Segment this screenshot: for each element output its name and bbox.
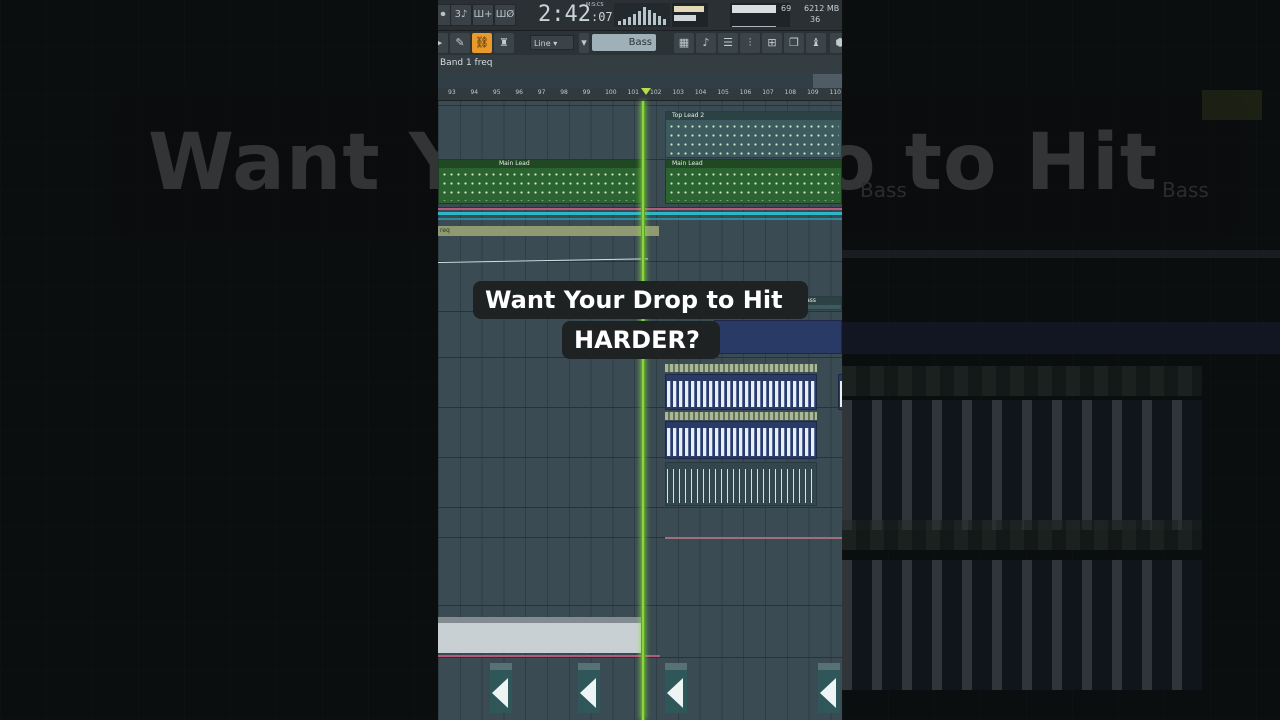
playhead-marker[interactable] [641,88,651,95]
file-icon[interactable]: ❐ [784,33,804,53]
hat-clip[interactable] [665,412,817,420]
current-channel-selector[interactable]: Bass [592,34,656,51]
browser-icon[interactable]: ⊞ [762,33,782,53]
peak-meter [672,3,708,27]
automation-header [438,56,842,76]
audio-clip[interactable] [665,374,817,410]
menu-arrow-icon[interactable]: ▶ [438,33,448,53]
ruler-tick-label: 107 [762,89,774,96]
clip-notes [441,170,639,201]
automation-clip[interactable] [438,226,659,236]
audio-clip[interactable] [714,320,842,354]
automation-lane[interactable] [438,218,842,220]
piano-roll-icon[interactable]: ♪ [696,33,716,53]
ruler-tick-label: 103 [672,89,684,96]
channel-rack-icon[interactable]: ☰ [718,33,738,53]
cpu-readout: 69 [781,4,792,13]
kick-clip[interactable] [578,663,600,713]
blurred-background-right: o to Hit Bass Bass [842,0,1280,720]
kick-clip[interactable] [818,663,840,713]
more-icon[interactable]: ⬢ [830,33,842,53]
pattern-clip[interactable]: Main Lead [665,159,842,204]
transport-bar: ⏺ 3♪ Ш+ ШØ 2:42:07 M:S:CS 69 6212 MB 36 [438,0,842,31]
hat-clip[interactable] [665,364,817,372]
ruler-tick-label: 97 [537,89,546,96]
audio-clip[interactable] [665,421,817,459]
automation-lane[interactable] [438,208,842,210]
overview-scroll[interactable] [813,74,842,88]
step-edit-button[interactable]: Ш+ [472,4,494,26]
ruler-tick-label: 99 [582,89,591,96]
timeline-ruler[interactable]: 93 94 95 96 97 98 99 100 101 102 103 104 105 106 107 10… [438,88,842,101]
kick-clip[interactable] [490,663,512,713]
clip-notes [668,170,839,201]
daw-screen: ⏺ 3♪ Ш+ ШØ 2:42:07 M:S:CS 69 6212 MB 36 … [438,0,842,720]
ruler-tick-label: 95 [492,89,501,96]
ruler-tick-label: 98 [560,89,568,96]
clip-title: Main Lead [666,160,841,168]
blurred-background-left: Want Y [0,0,438,720]
ruler-tick-label: 93 [448,89,456,96]
automation-lane[interactable] [438,212,842,215]
ruler-tick-label: 110 [829,89,841,96]
mixer-icon[interactable]: ⫶ [740,33,760,53]
memory-readout: 6212 MB [804,4,840,13]
pattern-song-toggle[interactable]: 3♪ [450,4,472,26]
link-tool-icon[interactable]: ⛓ [472,33,492,53]
pattern-clip[interactable]: Bass [795,296,842,310]
dim-overlay [842,0,1280,720]
ruler-tick-label: 100 [605,89,617,96]
playlist-view-icon[interactable]: ▦ [674,33,694,53]
loop-record-button[interactable]: ШØ [494,4,516,26]
ruler-tick-label: 102 [650,89,662,96]
kick-clip[interactable] [665,663,687,713]
pattern-clip[interactable]: Top Lead 2 [665,111,842,158]
ruler-tick-label: 106 [739,89,752,96]
sample-clip[interactable] [438,617,643,653]
dim-overlay [0,0,438,720]
ruler-tick-label: 105 [717,89,729,96]
ruler-tick-label: 94 [470,89,479,96]
audio-clip[interactable] [665,462,817,506]
clip-title: Bass [796,297,841,305]
draw-tool-icon[interactable]: ✎ [450,33,470,53]
ruler-tick-label: 101 [627,89,639,96]
ruler-tick-label: 104 [694,89,707,96]
clip-notes [668,122,839,155]
polyphony-readout: 36 [810,15,821,24]
plugin-icon[interactable]: ♝ [806,33,826,53]
preset-prev-icon[interactable]: ▾ [579,33,589,53]
playlist-toolbar: ▶ ✎ ⛓ ♜ Line ▾ ▾ Bass ▦ ♪ ☰ ⫶ ⊞ ❐ ♝ ⬢ [438,31,842,55]
stamp-tool-icon[interactable]: ♜ [494,33,514,53]
playhead-line[interactable] [641,101,645,720]
oscilloscope-display [614,3,670,27]
automation-clip-label: req [440,227,450,234]
ruler-tick-label: 96 [515,89,523,96]
time-unit: M:S:CS [586,2,604,8]
ruler-tick-label: 109 [807,89,819,96]
audio-clip[interactable] [838,374,842,410]
automation-param-label[interactable]: Band 1 freq [440,58,492,68]
automation-lane[interactable] [665,537,842,539]
ruler-tick-label: 108 [784,89,797,96]
automation-lane[interactable] [438,655,660,657]
snap-selector[interactable]: Line ▾ [530,35,574,50]
pattern-clip[interactable]: Main Lead [438,159,642,204]
clip-title: Main Lead [439,160,641,168]
clip-title: Top Lead 2 [666,112,841,120]
